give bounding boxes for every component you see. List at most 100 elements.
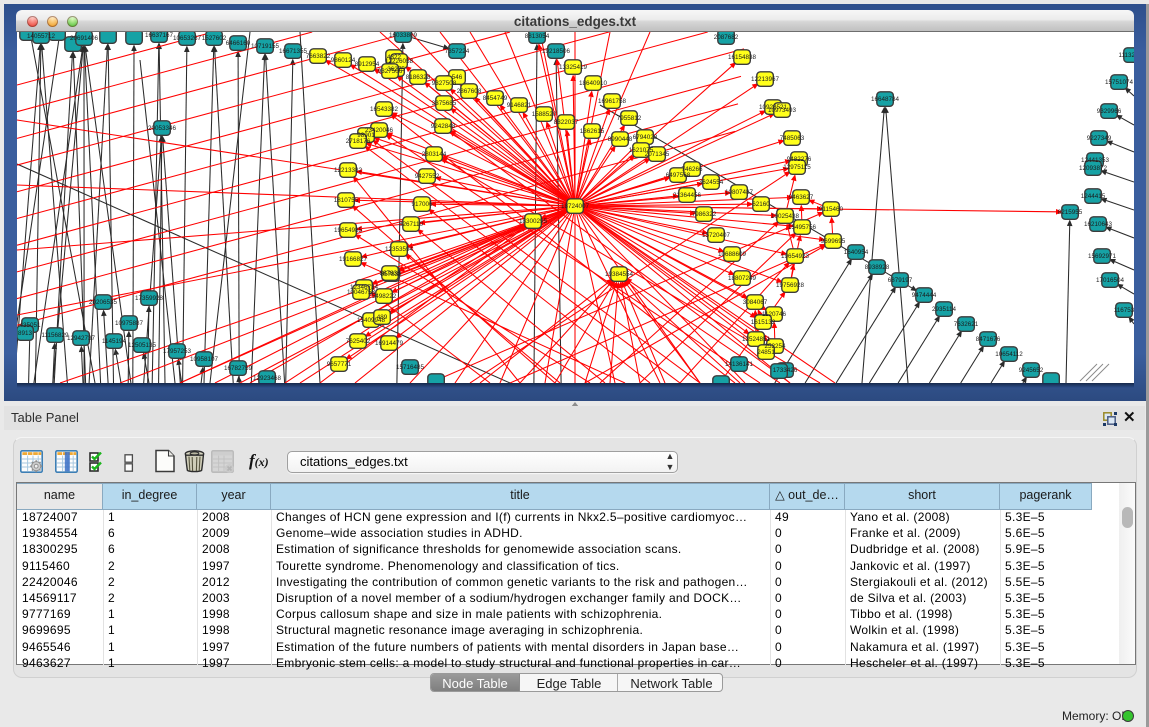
svg-text:8454749: 8454749 xyxy=(483,95,508,102)
svg-text:12353594: 12353594 xyxy=(385,246,414,253)
svg-text:887833: 887833 xyxy=(379,270,401,277)
svg-text:10654112: 10654112 xyxy=(995,351,1023,358)
svg-text:16914479: 16914479 xyxy=(375,340,404,347)
svg-text:62160: 62160 xyxy=(752,201,770,208)
svg-text:10973493: 10973493 xyxy=(768,107,797,114)
svg-text:9860124: 9860124 xyxy=(331,57,356,64)
svg-text:16671355: 16671355 xyxy=(279,48,308,55)
svg-text:8322037: 8322037 xyxy=(554,119,579,126)
svg-text:8813054: 8813054 xyxy=(525,33,550,40)
svg-text:489: 489 xyxy=(377,314,388,321)
svg-text:1244415: 1244415 xyxy=(1081,193,1106,200)
svg-text:9115460: 9115460 xyxy=(819,206,844,213)
svg-text:12923468: 12923468 xyxy=(253,375,282,382)
svg-text:16961758: 16961758 xyxy=(598,98,627,105)
svg-text:6497568: 6497568 xyxy=(666,172,691,179)
svg-text:19166827: 19166827 xyxy=(339,256,368,263)
svg-text:9427552: 9427552 xyxy=(415,173,440,180)
svg-text:17016504: 17016504 xyxy=(1096,277,1125,284)
svg-text:19756928: 19756928 xyxy=(776,282,805,289)
svg-text:7986322: 7986322 xyxy=(692,211,717,218)
svg-text:9699695: 9699695 xyxy=(821,238,846,245)
svg-text:12213382: 12213382 xyxy=(334,167,363,174)
svg-text:9329966: 9329966 xyxy=(1097,108,1122,115)
svg-text:10958107: 10958107 xyxy=(190,356,219,363)
svg-text:746266: 746266 xyxy=(681,166,703,173)
svg-text:1615132: 1615132 xyxy=(751,319,776,326)
svg-text:10975887: 10975887 xyxy=(115,320,144,327)
svg-text:9245652: 9245652 xyxy=(1019,367,1044,374)
svg-text:14136141: 14136141 xyxy=(725,361,754,368)
svg-text:11156829: 11156829 xyxy=(41,332,69,339)
svg-text:15720407: 15720407 xyxy=(702,232,731,239)
svg-text:7632621: 7632621 xyxy=(954,321,979,328)
svg-text:1527602: 1527602 xyxy=(202,35,227,42)
svg-text:10807487: 10807487 xyxy=(725,189,754,196)
svg-text:18807249: 18807249 xyxy=(728,275,757,282)
svg-text:12942737: 12942737 xyxy=(67,335,96,342)
svg-text:9327508: 9327508 xyxy=(432,80,457,87)
svg-text:8215955: 8215955 xyxy=(1058,209,1083,216)
svg-text:16543382: 16543382 xyxy=(370,106,399,113)
svg-text:9474444: 9474444 xyxy=(912,292,937,299)
svg-text:19654985: 19654985 xyxy=(334,227,363,234)
svg-text:7485063: 7485063 xyxy=(780,135,805,142)
svg-text:15692971: 15692971 xyxy=(1088,253,1117,260)
svg-text:15751074: 15751074 xyxy=(1105,79,1134,86)
svg-text:917006: 917006 xyxy=(411,201,433,208)
svg-text:11132474: 11132474 xyxy=(1118,52,1134,59)
svg-text:6794028: 6794028 xyxy=(633,134,658,141)
svg-text:2803144: 2803144 xyxy=(422,151,447,158)
svg-text:10025438: 10025438 xyxy=(771,213,800,220)
svg-text:18300295: 18300295 xyxy=(519,218,548,225)
svg-text:3375685: 3375685 xyxy=(432,100,457,107)
svg-text:1640954: 1640954 xyxy=(844,249,869,256)
svg-text:5498222: 5498222 xyxy=(372,293,397,300)
svg-text:8471676: 8471676 xyxy=(976,336,1001,343)
svg-text:16154838: 16154838 xyxy=(728,54,757,61)
svg-text:116753: 116753 xyxy=(1114,307,1134,314)
svg-text:19654923: 19654923 xyxy=(781,253,810,260)
svg-text:12213967: 12213967 xyxy=(751,76,780,83)
svg-text:12505135: 12505135 xyxy=(128,342,157,349)
svg-text:15495756: 15495756 xyxy=(788,224,817,231)
svg-text:24851: 24851 xyxy=(757,349,775,356)
svg-text:12975115: 12975115 xyxy=(783,164,811,171)
svg-text:10719155: 10719155 xyxy=(251,43,280,50)
svg-text:12093872: 12093872 xyxy=(1079,165,1108,172)
svg-text:1810755: 1810755 xyxy=(334,197,359,204)
svg-text:16782759: 16782759 xyxy=(224,365,253,372)
svg-text:9463627: 9463627 xyxy=(789,194,814,201)
svg-text:18724007: 18724007 xyxy=(561,203,590,210)
svg-text:3624554: 3624554 xyxy=(699,179,724,186)
svg-text:17359928: 17359928 xyxy=(135,295,164,302)
svg-text:20053346: 20053346 xyxy=(148,125,177,132)
svg-text:3084067: 3084067 xyxy=(743,299,768,306)
svg-text:435051: 435051 xyxy=(19,322,41,329)
svg-text:12226058: 12226058 xyxy=(385,58,414,65)
svg-text:7625402: 7625402 xyxy=(346,338,371,345)
svg-text:13524851: 13524851 xyxy=(742,336,771,343)
svg-text:6466160: 6466160 xyxy=(226,40,251,47)
svg-text:1120746: 1120746 xyxy=(762,311,787,318)
svg-text:15716485: 15716485 xyxy=(396,364,425,371)
svg-text:1588520: 1588520 xyxy=(532,111,557,118)
svg-text:1145194: 1145194 xyxy=(102,338,127,345)
svg-text:18640910: 18640910 xyxy=(579,80,608,87)
svg-text:8186328: 8186328 xyxy=(406,74,431,81)
svg-text:9146821: 9146821 xyxy=(507,102,532,109)
svg-text:17957253: 17957253 xyxy=(163,348,192,355)
svg-text:2935114: 2935114 xyxy=(932,306,957,313)
svg-text:12441353: 12441353 xyxy=(1081,157,1110,164)
svg-text:8990448: 8990448 xyxy=(608,136,633,143)
svg-text:9242848: 9242848 xyxy=(431,123,456,130)
svg-text:7357224: 7357224 xyxy=(445,48,470,55)
svg-text:20206535: 20206535 xyxy=(89,299,118,306)
svg-text:8267110: 8267110 xyxy=(399,221,424,228)
svg-text:13325419: 13325419 xyxy=(559,64,588,71)
svg-text:7955812: 7955812 xyxy=(617,115,642,122)
svg-text:1362615: 1362615 xyxy=(580,128,605,135)
svg-text:21364456: 21364456 xyxy=(673,192,702,199)
svg-text:2867608: 2867608 xyxy=(457,88,482,95)
svg-text:16210643: 16210643 xyxy=(1084,221,1113,228)
